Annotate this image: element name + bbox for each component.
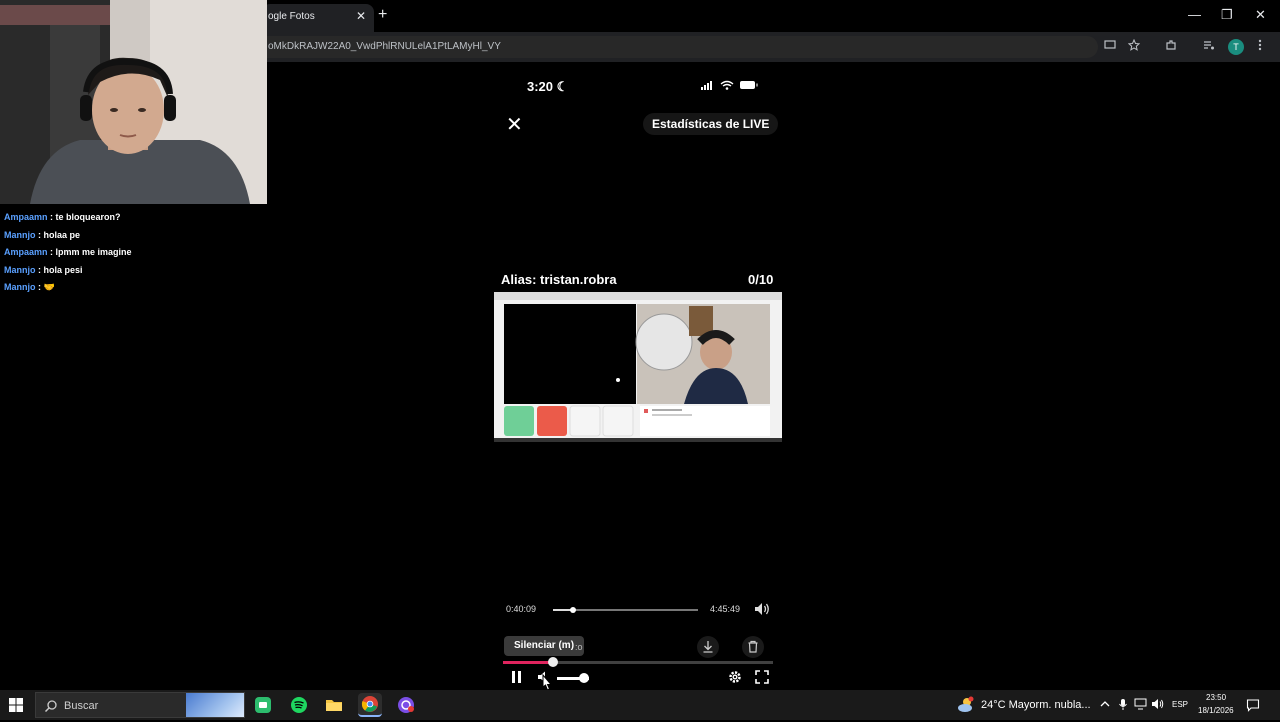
phone-status-icons — [700, 79, 760, 94]
chat-text: lpmm me imagine — [55, 247, 132, 257]
media-control-icon[interactable] — [1203, 39, 1215, 54]
windows-start-icon[interactable] — [8, 697, 24, 718]
restore-button[interactable]: ❐ — [1221, 7, 1233, 23]
alias-label: Alias: tristan.robra — [501, 272, 617, 287]
fullscreen-icon[interactable] — [755, 670, 773, 686]
taskbar-search-input[interactable]: Buscar — [35, 692, 245, 718]
trash-icon[interactable] — [742, 636, 764, 658]
speaker-icon[interactable] — [1151, 698, 1165, 713]
video-progress-bar[interactable] — [503, 657, 773, 667]
bookmark-star-icon[interactable] — [1127, 38, 1141, 54]
phone-volume-icon[interactable] — [753, 600, 771, 623]
webcam-overlay — [0, 0, 267, 204]
counter-label: 0/10 — [748, 272, 774, 287]
phone-current-time: 0:40:09 — [506, 604, 537, 614]
windows-taskbar: Buscar 24°C Mayorm. nubla... ESP 23:50 1… — [0, 690, 1280, 720]
new-tab-button[interactable]: + — [378, 6, 387, 24]
chat-username: Ampaamn — [4, 247, 48, 257]
chat-text: 🤝 — [43, 282, 55, 292]
chat-username: Mannjo — [4, 264, 36, 275]
phone-total-time: 4:45:49 — [710, 604, 741, 614]
chat-separator: : — [35, 229, 44, 240]
clock-date[interactable]: 18/1/2026 — [1198, 706, 1234, 715]
chat-text: te bloquearon? — [55, 212, 121, 222]
chat-message: Ampaamn : lpmm me imagine — [4, 245, 264, 263]
spotify-icon[interactable] — [287, 693, 311, 717]
volume-slider-knob[interactable] — [579, 673, 590, 683]
url-text[interactable]: oMkDkRAJW22A0_VwdPhlRNULelA1PtLAMyHl_VY — [268, 41, 501, 52]
weather-text[interactable]: 24°C Mayorm. nubla... — [981, 699, 1091, 711]
pause-icon[interactable] — [510, 670, 528, 686]
phone-progress-bar[interactable] — [553, 607, 698, 613]
chat-message: Mannjo : holaa pe — [4, 228, 264, 246]
phone-status-time: 3:20 ☾ — [527, 79, 569, 94]
close-window-button[interactable]: ✕ — [1255, 7, 1266, 23]
notification-icon[interactable] — [1246, 698, 1260, 717]
search-placeholder: Buscar — [64, 700, 99, 712]
download-icon[interactable] — [697, 636, 719, 658]
search-highlight-art — [186, 693, 244, 717]
network-icon[interactable] — [1134, 698, 1147, 713]
chat-separator: : — [35, 282, 44, 292]
tab-google-fotos[interactable]: ogle Fotos ✕ — [262, 4, 374, 32]
cast-icon[interactable] — [1104, 39, 1116, 54]
chat-message: Mannjo : hola pesi — [4, 263, 264, 281]
microphone-icon[interactable] — [1118, 698, 1128, 714]
tab-close-icon[interactable]: ✕ — [356, 9, 366, 23]
chat-username: Mannjo — [4, 229, 36, 240]
chat-username: Ampaamn — [4, 212, 48, 222]
weather-icon[interactable] — [957, 696, 975, 714]
clock-time[interactable]: 23:50 — [1206, 693, 1226, 702]
settings-gear-icon[interactable] — [728, 670, 746, 686]
chat-list: Ampaamn : te bloquearon? Mannjo : holaa p… — [4, 210, 264, 298]
live-stats-button[interactable]: Estadísticas de LIVE — [643, 113, 779, 135]
chat-separator: : — [47, 212, 56, 222]
extensions-icon[interactable] — [1165, 39, 1177, 54]
language-indicator[interactable]: ESP — [1172, 700, 1188, 709]
minimize-button[interactable]: — — [1188, 7, 1201, 22]
chevron-up-icon[interactable] — [1099, 698, 1111, 713]
chat-username: Mannjo — [4, 282, 36, 292]
taskbar-app-green-icon[interactable] — [251, 693, 275, 717]
address-bar[interactable]: oMkDkRAJW22A0_VwdPhlRNULelA1PtLAMyHl_VY — [230, 36, 1098, 58]
webcam-person-image — [0, 0, 267, 204]
chat-app-icon[interactable] — [394, 693, 418, 717]
chat-text: hola pesi — [43, 264, 83, 275]
phone-progress-knob[interactable] — [570, 607, 577, 613]
video-progress-fill — [503, 661, 553, 664]
tab-title: ogle Fotos — [268, 11, 315, 22]
moon-icon: ☾ — [556, 79, 569, 94]
browser-menu-icon[interactable] — [1258, 39, 1262, 54]
chat-message: Ampaamn : te bloquearon? — [4, 210, 264, 228]
chrome-icon[interactable] — [358, 693, 382, 717]
recorded-video-frame — [494, 292, 782, 442]
chat-separator: : — [35, 264, 44, 275]
profile-avatar[interactable]: T — [1228, 39, 1244, 55]
search-icon — [44, 699, 58, 717]
tooltip-tail-text: :o — [575, 642, 583, 652]
chat-separator: : — [47, 247, 56, 257]
video-progress-knob[interactable] — [547, 657, 558, 667]
close-icon[interactable]: ✕ — [506, 112, 523, 137]
chat-text: holaa pe — [43, 229, 81, 240]
mute-tooltip: Silenciar (m) — [504, 636, 585, 656]
file-explorer-icon[interactable] — [322, 693, 346, 717]
chat-message: Mannjo : 🤝 — [4, 280, 264, 298]
